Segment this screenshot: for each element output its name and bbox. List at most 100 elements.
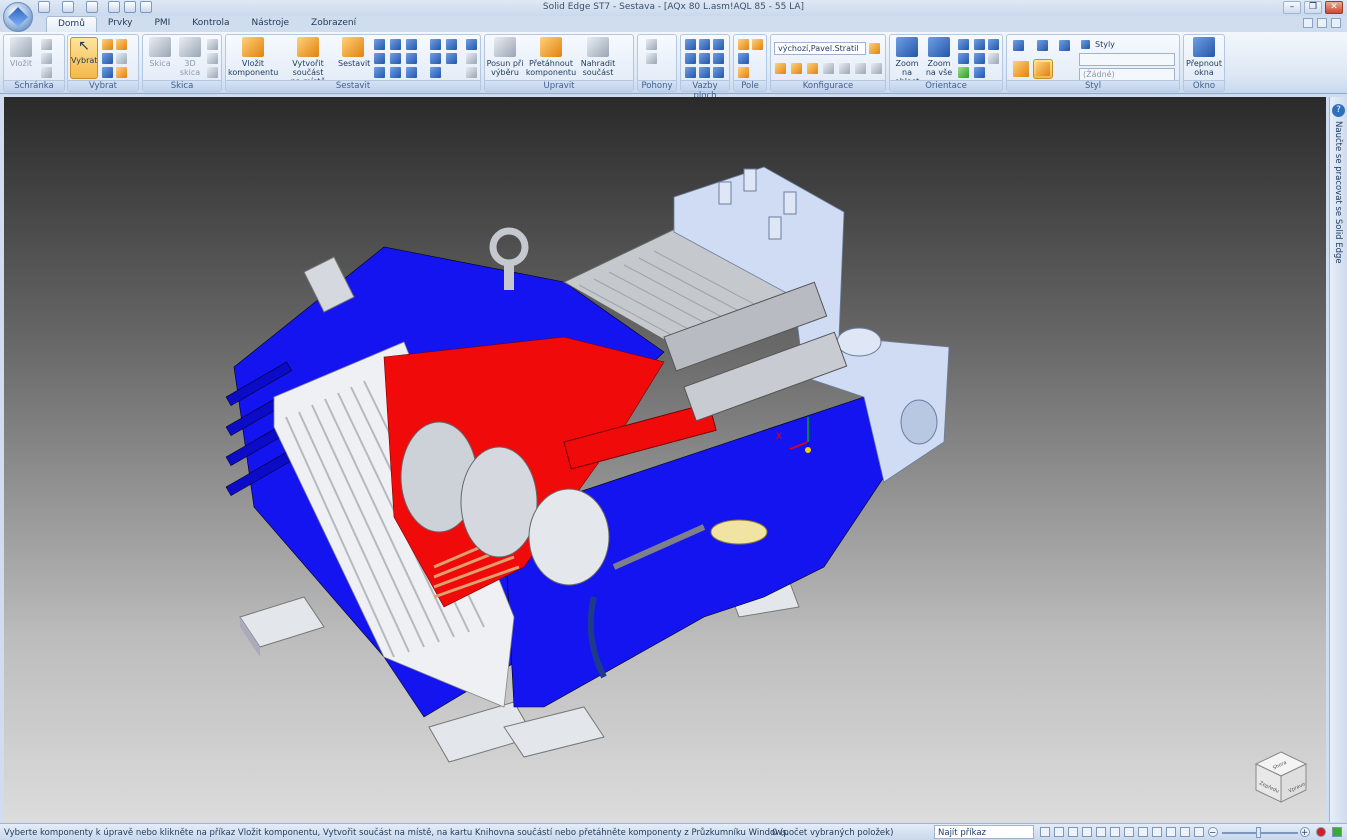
create-part-in-place-button[interactable]: Vytvořit součást na místě [278, 37, 338, 86]
view-icon[interactable] [974, 53, 985, 64]
close-button[interactable]: ✕ [1325, 1, 1343, 14]
zoom-out-icon[interactable]: − [1208, 827, 1218, 838]
face-relate-icon[interactable] [699, 53, 710, 64]
relationship-icon[interactable] [406, 39, 417, 50]
graphics-window[interactable]: X [4, 97, 1326, 822]
assembly-model[interactable]: X [4, 97, 1326, 822]
sketch-tool-icon[interactable] [207, 39, 218, 50]
relationship-icon[interactable] [390, 67, 401, 78]
select-option-icon[interactable] [102, 67, 113, 78]
stop-icon[interactable] [1316, 827, 1326, 837]
command-finder-input[interactable]: Najít příkaz [934, 825, 1034, 839]
select-option-icon[interactable] [102, 39, 113, 50]
face-relate-icon[interactable] [685, 67, 696, 78]
select-button[interactable]: ↖ Vybrat [70, 37, 98, 79]
face-relate-icon[interactable] [685, 53, 696, 64]
relationship-icon[interactable] [390, 53, 401, 64]
relationship-icon[interactable] [466, 39, 477, 50]
ribbon-minimize-icon[interactable] [1317, 18, 1327, 28]
help-icon[interactable]: ? [1332, 104, 1345, 117]
relationship-icon[interactable] [446, 53, 457, 64]
relationship-icon[interactable] [430, 67, 441, 78]
assemble-button[interactable]: Sestavit [338, 37, 370, 68]
relationship-icon[interactable] [374, 53, 385, 64]
display-config-icon[interactable] [855, 63, 866, 74]
face-relate-icon[interactable] [699, 67, 710, 78]
relationship-icon[interactable] [406, 67, 417, 78]
zoom-icon[interactable] [1068, 827, 1078, 837]
display-config-icon[interactable] [791, 63, 802, 74]
relationship-icon[interactable] [374, 39, 385, 50]
cut-icon[interactable] [41, 39, 52, 50]
pattern-icon[interactable] [738, 39, 749, 50]
3d-sketch-button[interactable]: 3D skica [176, 37, 204, 77]
tab-domu[interactable]: Domů [46, 16, 97, 32]
display-config-icon[interactable] [839, 63, 850, 74]
face-relate-icon[interactable] [713, 67, 724, 78]
relationship-icon[interactable] [466, 67, 477, 78]
select-option-icon[interactable] [116, 53, 127, 64]
view-icon[interactable] [1152, 827, 1162, 837]
application-button[interactable] [3, 2, 33, 32]
pattern-icon[interactable] [752, 39, 763, 50]
view-icon[interactable] [988, 53, 999, 64]
ribbon-options-icon[interactable] [1303, 18, 1313, 28]
switch-windows-button[interactable]: Přepnout okna [1184, 37, 1224, 77]
tab-kontrola[interactable]: Kontrola [181, 16, 240, 32]
simulate-icon[interactable] [646, 53, 657, 64]
display-config-icon[interactable] [807, 63, 818, 74]
rotate-icon[interactable] [1110, 827, 1120, 837]
face-relate-icon[interactable] [713, 53, 724, 64]
replace-part-button[interactable]: Nahradit součást [577, 37, 619, 77]
configuration-icon[interactable] [869, 43, 880, 54]
zoom-in-icon[interactable]: + [1300, 827, 1310, 838]
view-cube-style-icon[interactable] [1059, 40, 1070, 51]
view-cube[interactable]: Shora Zepředu Vpravo [1254, 750, 1308, 804]
style-select[interactable] [1079, 53, 1175, 66]
face-relate-icon[interactable] [685, 39, 696, 50]
shaded-icon[interactable] [1013, 61, 1029, 77]
face-relate-icon[interactable] [699, 39, 710, 50]
insert-component-button[interactable]: Vložit komponentu [228, 37, 278, 77]
select-option-icon[interactable] [102, 53, 113, 64]
sketch-tool-icon[interactable] [207, 53, 218, 64]
format-painter-icon[interactable] [41, 67, 52, 78]
face-relate-icon[interactable] [713, 39, 724, 50]
copy-icon[interactable] [41, 53, 52, 64]
doc-close-icon[interactable] [1331, 18, 1341, 28]
view-icon[interactable] [1138, 827, 1148, 837]
display-config-icon[interactable] [823, 63, 834, 74]
tab-pmi[interactable]: PMI [143, 16, 181, 32]
relationship-icon[interactable] [374, 67, 385, 78]
fit-icon[interactable] [1082, 827, 1092, 837]
relationship-icon[interactable] [466, 53, 477, 64]
view-icon[interactable] [1166, 827, 1176, 837]
paste-button[interactable]: Vložit [7, 37, 35, 68]
view-icon[interactable] [958, 67, 969, 78]
sketch-button[interactable]: Skica [146, 37, 174, 68]
rotate-icon[interactable] [988, 39, 999, 50]
view-cube-style-icon[interactable] [1037, 40, 1048, 51]
pan-icon[interactable] [974, 39, 985, 50]
tab-prvky[interactable]: Prvky [97, 16, 144, 32]
pattern-icon[interactable] [738, 53, 749, 64]
configuration-select[interactable]: výchozí,Pavel.Stratil [774, 42, 866, 55]
minimize-button[interactable]: – [1283, 1, 1301, 14]
shaded-edges-button[interactable] [1033, 59, 1053, 79]
green-arrow-icon[interactable] [1332, 827, 1342, 837]
zoom-area-icon[interactable] [1054, 827, 1064, 837]
relationship-icon[interactable] [406, 53, 417, 64]
tab-zobrazeni[interactable]: Zobrazení [300, 16, 367, 32]
display-config-icon[interactable] [775, 63, 786, 74]
relationship-icon[interactable] [430, 53, 441, 64]
relationship-icon[interactable] [430, 39, 441, 50]
styles-icon[interactable] [1081, 40, 1090, 49]
refresh-icon[interactable] [1040, 827, 1050, 837]
motor-icon[interactable] [646, 39, 657, 50]
drag-component-button[interactable]: Přetáhnout komponentu [525, 37, 577, 77]
select-option-icon[interactable] [116, 67, 127, 78]
relationship-icon[interactable] [390, 39, 401, 50]
learn-panel-tab[interactable]: Naučte se pracovat se Solid Edge [1333, 121, 1343, 264]
view-icon[interactable] [974, 67, 985, 78]
display-config-icon[interactable] [871, 63, 882, 74]
